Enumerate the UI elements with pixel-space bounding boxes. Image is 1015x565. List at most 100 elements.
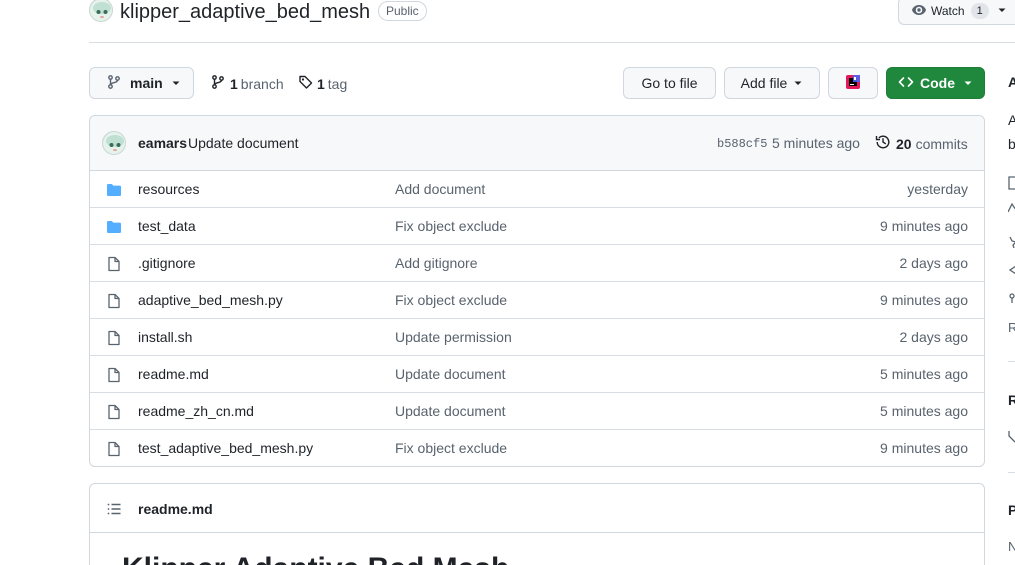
file-commit-message[interactable]: Add document [395,181,485,197]
eye-icon[interactable] [1008,263,1015,279]
file-name[interactable]: test_data [138,218,196,234]
commit-author[interactable]: eamars [138,135,187,151]
sidebar-divider [1008,472,1015,473]
file-name[interactable]: test_adaptive_bed_mesh.py [138,440,313,456]
file-commit-message[interactable]: Update document [395,366,506,382]
file-row[interactable]: readme_zh_cn.md Update document 5 minutes … [90,393,984,430]
chevron-down-icon [997,4,1007,18]
file-commit-message[interactable]: Add gitignore [395,255,478,271]
eye-icon [911,2,927,21]
tag-count: 1 [317,75,325,92]
file-list: eamars Update document b588cf5 5 minutes… [89,115,985,467]
extension-icon-button[interactable] [828,67,878,99]
file-name[interactable]: .gitignore [138,255,196,271]
file-commit-time: 9 minutes ago [880,292,968,308]
folder-icon [106,219,122,235]
file-commit-time: 5 minutes ago [880,403,968,419]
readme-heading: Klipper Adaptive Bed Mesh [122,552,509,565]
branches-link[interactable]: 1 branch [210,74,284,93]
header-divider [89,42,1015,43]
file-icon [106,404,122,420]
file-commit-message[interactable]: Update document [395,403,506,419]
file-name[interactable]: readme.md [138,366,209,382]
star-icon[interactable] [1008,235,1015,251]
repo-name[interactable]: klipper_adaptive_bed_mesh [120,0,370,24]
file-icon [106,293,122,309]
book-icon[interactable] [1008,176,1015,193]
file-rows: resources Add document yesterday test_data F… [90,171,984,466]
commit-message[interactable]: Update document [188,135,299,151]
code-button[interactable]: Code [886,67,985,99]
git-branch-icon [106,74,122,93]
watch-label: Watch [931,4,965,18]
file-commit-time: 2 days ago [899,255,969,271]
watch-button[interactable]: Watch 1 [898,0,1015,25]
file-row[interactable]: adaptive_bed_mesh.py Fix object exclude 9 … [90,282,984,319]
branch-name: main [130,75,163,91]
history-icon [875,134,891,153]
readme-header: readme.md [90,484,984,533]
releases-heading: R [1008,392,1015,408]
author-avatar[interactable] [102,131,126,155]
file-name[interactable]: resources [138,181,199,197]
tag-icon [298,74,314,93]
file-name[interactable]: adaptive_bed_mesh.py [138,292,283,308]
chevron-down-icon [963,75,973,91]
file-commit-time: yesterday [907,181,968,197]
code-icon [898,74,914,93]
file-row[interactable]: .gitignore Add gitignore 2 days ago [90,245,984,282]
file-row[interactable]: install.sh Update permission 2 days ago [90,319,984,356]
report-link[interactable]: R [1008,320,1015,335]
jetbrains-icon [845,74,861,93]
file-commit-message[interactable]: Fix object exclude [395,440,507,456]
go-to-file-button[interactable]: Go to file [623,67,716,99]
file-icon [106,330,122,346]
visibility-badge: Public [378,1,427,21]
git-branch-icon [210,74,226,93]
branch-count: 1 [230,75,238,92]
pulse-icon[interactable] [1007,200,1015,217]
owner-avatar[interactable] [89,0,113,22]
packages-note: N [1008,539,1015,554]
watch-count: 1 [970,3,989,19]
file-commit-message[interactable]: Fix object exclude [395,218,507,234]
commit-sha[interactable]: b588cf5 [717,137,767,151]
chevron-down-icon [171,75,181,91]
file-row[interactable]: readme.md Update document 5 minutes ago [90,356,984,393]
file-icon [106,367,122,383]
branch-label: branch [240,75,284,92]
file-row[interactable]: test_data Fix object exclude 9 minutes ago [90,208,984,245]
file-commit-time: 2 days ago [899,329,969,345]
file-name[interactable]: readme_zh_cn.md [138,403,254,419]
packages-heading: P [1008,502,1015,518]
file-icon [106,441,122,457]
readme-panel: readme.md Klipper Adaptive Bed Mesh [89,483,985,565]
file-name[interactable]: install.sh [138,329,192,345]
file-row[interactable]: resources Add document yesterday [90,171,984,208]
file-commit-message[interactable]: Update permission [395,329,512,345]
repo-forked-icon[interactable] [1008,291,1015,307]
tag-label: tag [327,75,348,92]
branch-select-button[interactable]: main [89,67,194,99]
file-commit-time: 9 minutes ago [880,218,968,234]
latest-commit-bar: eamars Update document b588cf5 5 minutes… [90,116,984,171]
file-row[interactable]: test_adaptive_bed_mesh.py Fix object excl… [90,430,984,466]
code-label: Code [920,75,955,91]
commit-count: 20 [896,135,912,152]
file-commit-time: 5 minutes ago [880,366,968,382]
chevron-down-icon [793,75,803,91]
add-file-button[interactable]: Add file [724,67,820,99]
file-icon [106,256,122,272]
list-unordered-icon[interactable] [106,501,122,520]
tag-icon [1008,429,1015,446]
commits-link[interactable]: 20 commits [875,134,968,153]
readme-title[interactable]: readme.md [138,501,213,517]
tags-link[interactable]: 1 tag [298,74,347,93]
file-commit-time: 9 minutes ago [880,440,968,456]
add-file-label: Add file [740,75,788,91]
about-description-line-2: b [1008,136,1015,152]
folder-icon [106,182,122,198]
about-heading: A [1008,74,1015,90]
file-commit-message[interactable]: Fix object exclude [395,292,507,308]
commit-time: 5 minutes ago [772,135,860,151]
